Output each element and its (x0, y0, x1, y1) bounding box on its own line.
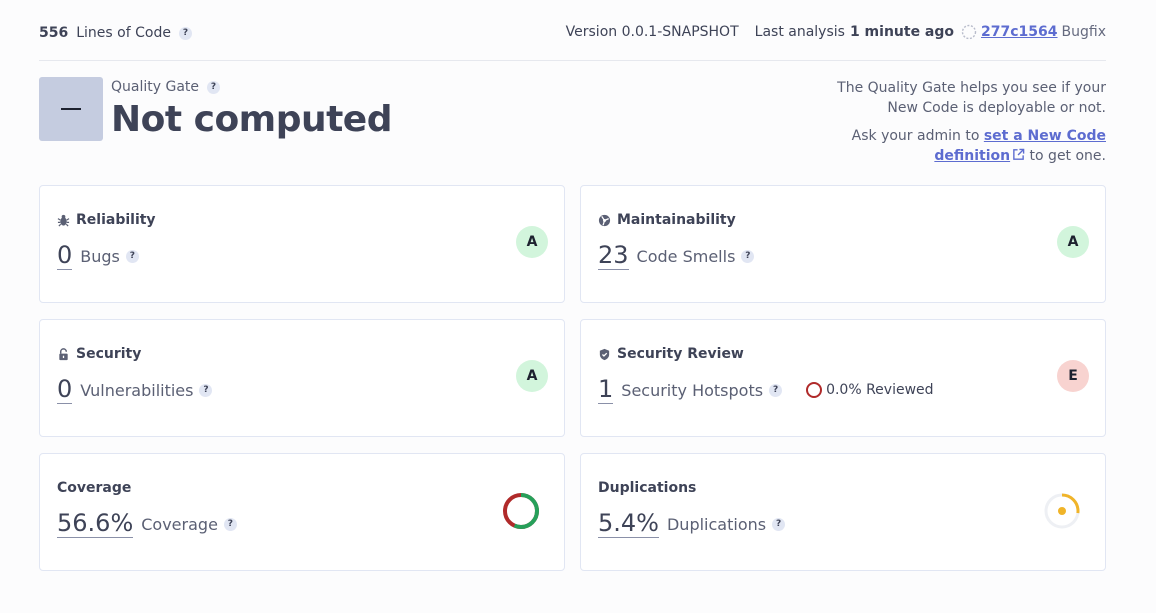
code-smell-icon (598, 214, 611, 226)
lines-of-code-value: 556 (39, 25, 69, 41)
duplications-card: Duplications 5.4% Duplications ? (580, 453, 1106, 571)
overview-header: 556 Lines of Code ? Version 0.0.1-SNAPSH… (39, 22, 1106, 46)
security-review-metric: 1 Security Hotspots ? 0.0% Reviewed (598, 376, 934, 404)
hotspots-reviewed-label: 0.0% Reviewed (826, 382, 934, 398)
security-hotspots-value[interactable]: 1 (598, 376, 614, 404)
security-review-title: Security Review (598, 346, 744, 362)
help-icon[interactable]: ? (741, 249, 755, 263)
security-title: Security (57, 346, 141, 362)
last-analysis-value: 1 minute ago (849, 24, 955, 40)
lock-icon (59, 347, 68, 360)
reliability-title: Reliability (57, 212, 156, 228)
commit-icon (961, 24, 977, 40)
maintainability-rating[interactable]: A (1057, 226, 1089, 258)
help-icon[interactable]: ? (125, 249, 139, 263)
help-icon[interactable]: ? (207, 80, 221, 94)
quality-gate-info-text: The Quality Gate helps you see if your N… (837, 80, 1106, 116)
reliability-rating[interactable]: A (516, 226, 548, 258)
maintainability-metric: 23 Code Smells ? (598, 242, 755, 270)
duplications-value[interactable]: 5.4% (598, 510, 659, 538)
quality-gate-status-icon (39, 77, 103, 141)
admin-hint-prefix: Ask your admin to (851, 128, 980, 144)
external-link-icon (1013, 148, 1025, 160)
bug-icon (57, 214, 70, 226)
coverage-donut-chart[interactable] (502, 492, 540, 530)
reviewed-ring-icon (806, 382, 823, 398)
shield-icon (599, 348, 610, 360)
reliability-card: Reliability 0 Bugs ? A (39, 185, 565, 303)
analysis-meta: Version 0.0.1-SNAPSHOT Last analysis 1 m… (566, 24, 1106, 40)
reliability-metric: 0 Bugs ? (57, 242, 139, 270)
security-hotspots-label: Security Hotspots (621, 380, 764, 400)
bugs-label: Bugs (80, 246, 120, 266)
duplications-title: Duplications (598, 480, 697, 496)
branch-label: Bugfix (1061, 24, 1106, 40)
help-icon[interactable]: ? (769, 383, 783, 397)
coverage-title: Coverage (57, 480, 132, 496)
code-smells-label: Code Smells (636, 246, 736, 266)
coverage-card: Coverage 56.6% Coverage ? (39, 453, 565, 571)
duplications-metric: 5.4% Duplications ? (598, 510, 786, 538)
lines-of-code: 556 Lines of Code ? (39, 25, 192, 41)
last-analysis-label: Last analysis (754, 24, 845, 40)
admin-hint-suffix: to get one. (1029, 148, 1106, 164)
security-card: Security 0 Vulnerabilities ? A (39, 319, 565, 437)
help-icon[interactable]: ? (178, 26, 192, 40)
quality-gate-admin-hint: Ask your admin to set a New Code definit… (836, 126, 1106, 166)
code-smells-value[interactable]: 23 (598, 242, 629, 270)
bugs-value[interactable]: 0 (57, 242, 73, 270)
security-metric: 0 Vulnerabilities ? (57, 376, 213, 404)
maintainability-card: Maintainability 23 Code Smells ? A (580, 185, 1106, 303)
help-icon[interactable]: ? (223, 517, 237, 531)
version-label: Version 0.0.1-SNAPSHOT (565, 24, 739, 40)
quality-gate-label: Quality Gate (111, 79, 200, 95)
quality-gate-info: The Quality Gate helps you see if your N… (836, 78, 1106, 166)
help-icon[interactable]: ? (199, 383, 213, 397)
lines-of-code-label: Lines of Code (76, 25, 171, 41)
header-divider (39, 60, 1106, 61)
quality-gate-status: Not computed (111, 99, 392, 140)
vulnerabilities-label: Vulnerabilities (80, 380, 194, 400)
security-rating[interactable]: A (516, 360, 548, 392)
vulnerabilities-value[interactable]: 0 (57, 376, 73, 404)
coverage-label: Coverage (141, 514, 218, 534)
coverage-value[interactable]: 56.6% (57, 510, 134, 538)
duplications-label: Duplications (666, 514, 767, 534)
security-review-card: Security Review 1 Security Hotspots ? 0.… (580, 319, 1106, 437)
hotspots-reviewed: 0.0% Reviewed (806, 382, 934, 398)
duplications-gauge-chart[interactable] (1043, 492, 1081, 530)
quality-gate-label-row: Quality Gate ? (111, 79, 221, 95)
duplications-center-dot (1058, 507, 1066, 515)
commit-link[interactable]: 277c1564 (981, 24, 1058, 40)
security-review-rating[interactable]: E (1057, 360, 1089, 392)
help-icon[interactable]: ? (772, 517, 786, 531)
maintainability-title: Maintainability (598, 212, 736, 228)
coverage-metric: 56.6% Coverage ? (57, 510, 237, 538)
